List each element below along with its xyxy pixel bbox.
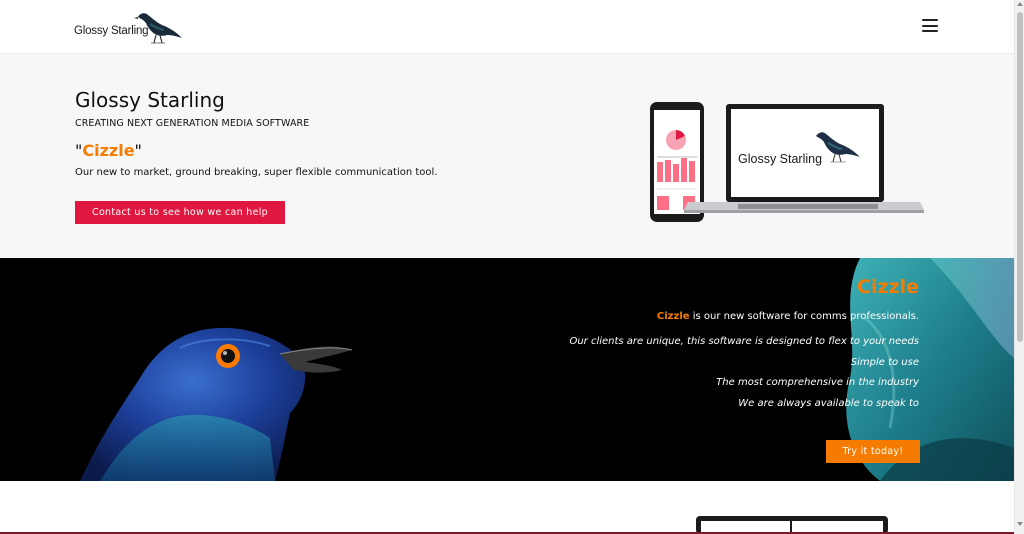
hero-product-name: "Cizzle"	[75, 141, 142, 160]
page: Glossy Starling Glossy Starling CREATING…	[0, 0, 1014, 534]
lower-section	[0, 481, 1014, 534]
feature-intro-brand: Cizzle	[656, 311, 690, 322]
feature-line: We are always available to speak to	[738, 398, 919, 409]
scroll-down-arrow-icon[interactable]	[1017, 522, 1023, 526]
feature-line: The most comprehensive in the industry	[716, 377, 919, 388]
site-logo[interactable]: Glossy Starling	[74, 8, 186, 46]
hamburger-menu-icon[interactable]	[922, 19, 938, 33]
hero-title: Glossy Starling	[75, 88, 225, 112]
hero-section: Glossy Starling CREATING NEXT GENERATION…	[0, 54, 1014, 258]
contact-button[interactable]: Contact us to see how we can help	[75, 201, 285, 224]
devices-illustration: Glossy Starling	[650, 102, 924, 222]
product-name: Cizzle	[82, 141, 135, 160]
starling-logo-icon	[134, 13, 182, 44]
feature-intro-text: is our new software for comms profession…	[689, 311, 919, 322]
site-header: Glossy Starling	[0, 0, 1014, 54]
quote-close: "	[134, 141, 142, 160]
page-scrollbar[interactable]	[1014, 0, 1024, 534]
scroll-up-arrow-icon[interactable]	[1017, 2, 1023, 6]
feature-section: Cizzle Cizzle is our new software for co…	[0, 258, 1014, 481]
laptop-screen-text: Glossy Starling	[738, 152, 822, 166]
feature-line: Our clients are unique, this software is…	[569, 336, 919, 347]
try-it-button[interactable]: Try it today!	[826, 440, 920, 463]
hero-description: Our new to market, ground breaking, supe…	[75, 167, 438, 178]
feature-title: Cizzle	[857, 276, 919, 298]
hero-subtitle: CREATING NEXT GENERATION MEDIA SOFTWARE	[75, 118, 310, 129]
feature-line: Simple to use	[850, 357, 919, 368]
scrollbar-thumb[interactable]	[1017, 12, 1023, 342]
starling-head-image	[80, 327, 353, 481]
feature-intro: Cizzle is our new software for comms pro…	[657, 311, 919, 322]
